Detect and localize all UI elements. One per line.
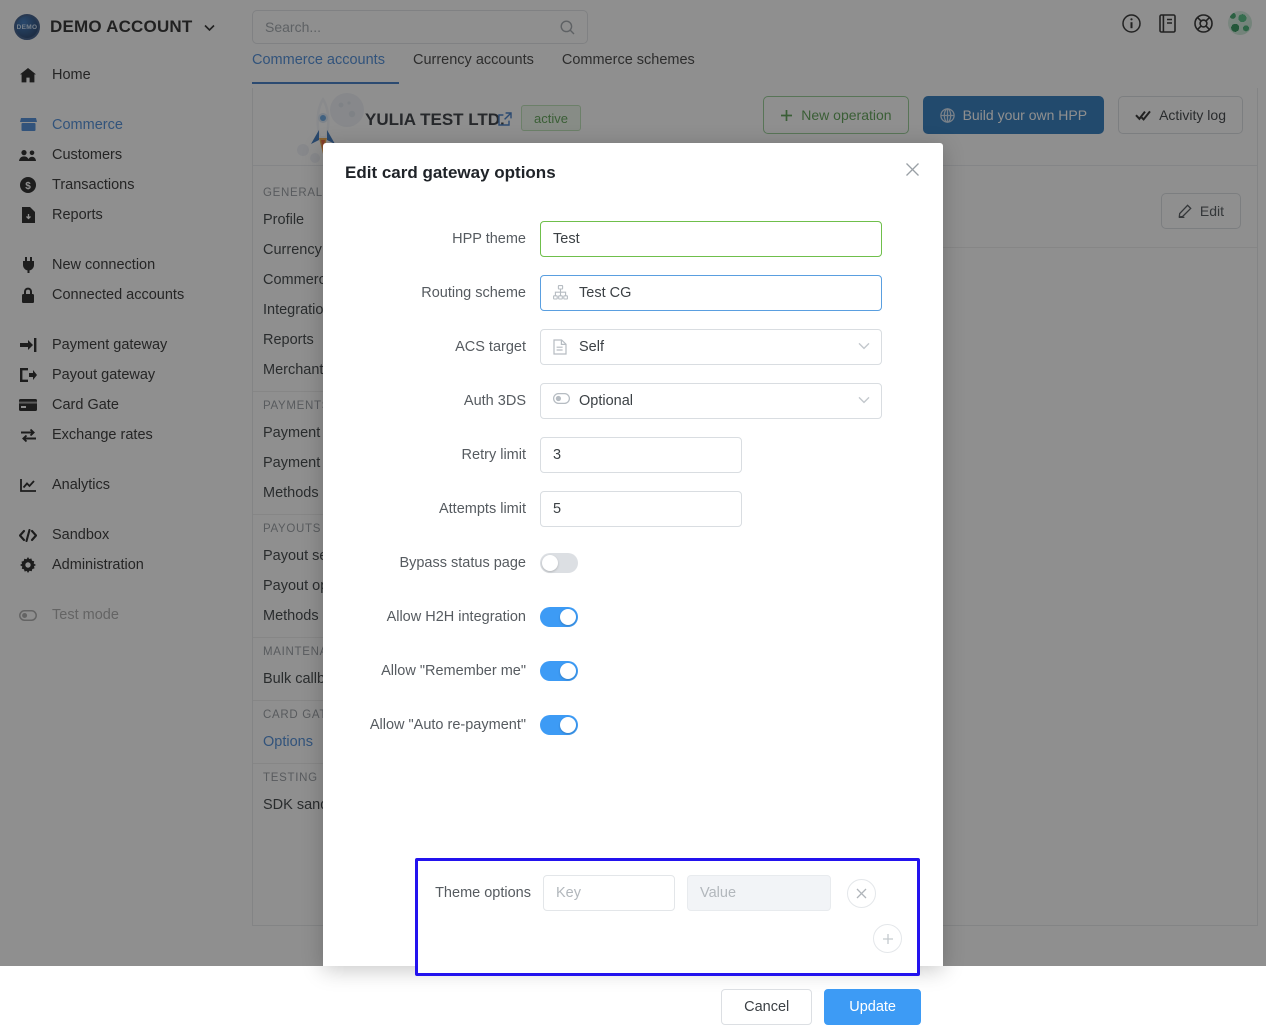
sitemap-icon [553, 285, 570, 302]
routing-scheme-value: Test CG [579, 285, 631, 301]
toggle-knob [542, 555, 558, 571]
update-button[interactable]: Update [824, 989, 921, 1025]
theme-option-value-placeholder: Value [700, 885, 736, 901]
hpp-theme-input[interactable]: Test [540, 221, 882, 257]
allow-remember-me-toggle[interactable] [540, 661, 578, 681]
field-label: Allow H2H integration [323, 599, 540, 635]
theme-options-row: Theme options Key Value [418, 861, 917, 911]
field-control [540, 707, 578, 735]
acs-target-value: Self [579, 339, 604, 355]
acs-target-select[interactable]: Self [540, 329, 882, 365]
retry-limit-input[interactable]: 3 [540, 437, 742, 473]
field-control: Optional [540, 383, 882, 419]
modal-footer: Cancel Update [721, 989, 921, 1025]
field-routing-scheme: Routing scheme Test CG [323, 275, 943, 311]
field-control [540, 599, 578, 627]
routing-scheme-input[interactable]: Test CG [540, 275, 882, 311]
field-label: Bypass status page [323, 545, 540, 581]
document-icon [553, 339, 570, 356]
toggle-knob [560, 663, 576, 679]
close-icon[interactable] [905, 162, 925, 182]
field-label: ACS target [323, 329, 540, 365]
attempts-limit-input[interactable]: 5 [540, 491, 742, 527]
field-label: HPP theme [323, 221, 540, 257]
hpp-theme-value: Test [553, 231, 580, 247]
field-control: Test [540, 221, 882, 257]
field-bypass-status-page: Bypass status page [323, 545, 943, 581]
field-label: Retry limit [323, 437, 540, 473]
cancel-button[interactable]: Cancel [721, 989, 812, 1025]
theme-option-key-placeholder: Key [556, 885, 581, 901]
field-control: Test CG [540, 275, 882, 311]
retry-limit-value: 3 [553, 447, 561, 463]
toggle-knob [560, 609, 576, 625]
field-label: Routing scheme [323, 275, 540, 311]
field-allow-auto-repayment: Allow "Auto re-payment" [323, 707, 943, 743]
field-acs-target: ACS target Self [323, 329, 943, 365]
auth-3ds-value: Optional [579, 393, 633, 409]
field-control: 3 [540, 437, 742, 473]
bypass-status-page-toggle[interactable] [540, 553, 578, 573]
close-icon [856, 888, 867, 899]
attempts-limit-value: 5 [553, 501, 561, 517]
theme-options-label: Theme options [418, 885, 543, 901]
field-label: Attempts limit [323, 491, 540, 527]
field-label: Auth 3DS [323, 383, 540, 419]
field-allow-remember-me: Allow "Remember me" [323, 653, 943, 689]
field-allow-h2h: Allow H2H integration [323, 599, 943, 635]
toggle-knob [560, 717, 576, 733]
toggle-icon [553, 393, 570, 410]
add-theme-option-button[interactable] [873, 924, 902, 953]
field-auth-3ds: Auth 3DS Optional [323, 383, 943, 419]
auth-3ds-select[interactable]: Optional [540, 383, 882, 419]
field-retry-limit: Retry limit 3 [323, 437, 943, 473]
edit-card-gateway-modal: Edit card gateway options HPP theme Test… [323, 143, 943, 966]
modal-title: Edit card gateway options [345, 163, 556, 183]
theme-options-highlight: Theme options Key Value [415, 858, 920, 976]
allow-auto-repayment-toggle[interactable] [540, 715, 578, 735]
theme-option-key-input[interactable]: Key [543, 875, 675, 911]
chevron-down-icon [858, 396, 870, 404]
field-control [540, 545, 578, 573]
modal-form: HPP theme Test Routing scheme Test CG AC… [323, 221, 943, 761]
plus-icon [882, 933, 894, 945]
field-control: 5 [540, 491, 742, 527]
field-hpp-theme: HPP theme Test [323, 221, 943, 257]
chevron-down-icon [858, 342, 870, 350]
field-label: Allow "Auto re-payment" [323, 707, 540, 743]
field-label: Allow "Remember me" [323, 653, 540, 689]
allow-h2h-toggle[interactable] [540, 607, 578, 627]
field-attempts-limit: Attempts limit 5 [323, 491, 943, 527]
field-control: Self [540, 329, 882, 365]
theme-option-value-input[interactable]: Value [687, 875, 831, 911]
remove-theme-option-button[interactable] [847, 879, 876, 908]
field-control [540, 653, 578, 681]
